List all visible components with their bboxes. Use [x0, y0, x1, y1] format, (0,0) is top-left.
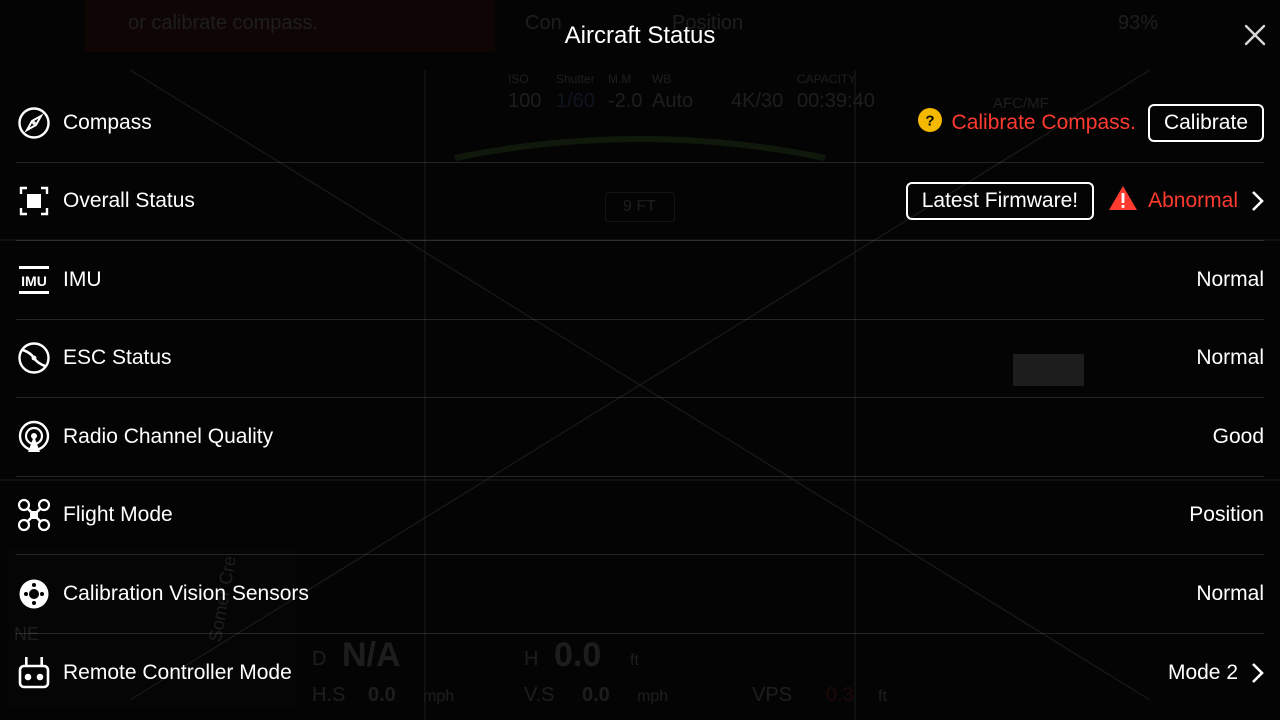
svg-text:IMU: IMU: [21, 273, 47, 289]
esc-status-value: Normal: [1196, 346, 1264, 370]
help-icon[interactable]: ?: [917, 107, 942, 138]
rc-mode-value: Mode 2: [1167, 660, 1238, 684]
row-calibration-vision-sensors: Calibration Vision Sensors Normal: [16, 555, 1264, 634]
row-label: IMU: [63, 267, 102, 291]
close-button[interactable]: [1238, 18, 1272, 52]
close-icon: [1244, 24, 1266, 46]
aircraft-status-panel: Aircraft Status Compass ? Calibrate Comp…: [0, 0, 1280, 720]
row-label: Remote Controller Mode: [63, 660, 292, 684]
row-label: Overall Status: [63, 189, 195, 213]
warning-triangle-icon: [1108, 185, 1138, 217]
overall-status-value: Abnormal: [1148, 189, 1238, 213]
remote-controller-icon: [16, 655, 52, 691]
row-label: ESC Status: [63, 346, 172, 370]
calibrate-button[interactable]: Calibrate: [1147, 103, 1264, 142]
row-imu: IMU IMU Normal: [16, 241, 1264, 320]
vision-sensors-value: Normal: [1196, 581, 1264, 605]
imu-icon: IMU: [16, 262, 52, 298]
row-radio-channel-quality: Radio Channel Quality Good: [16, 398, 1264, 477]
vision-sensor-icon: [16, 576, 52, 612]
imu-status-value: Normal: [1196, 267, 1264, 291]
chevron-right-icon[interactable]: [1250, 662, 1264, 684]
propeller-icon: [16, 340, 52, 376]
radio-quality-value: Good: [1212, 424, 1264, 448]
calibrate-compass-warning[interactable]: Calibrate Compass.: [952, 111, 1136, 135]
status-list: Compass ? Calibrate Compass. Calibrate O…: [16, 84, 1264, 712]
row-flight-mode: Flight Mode Position: [16, 477, 1264, 555]
drone-icon: [16, 497, 52, 533]
chevron-right-icon[interactable]: [1250, 190, 1264, 212]
row-remote-controller-mode[interactable]: Remote Controller Mode Mode 2: [16, 634, 1264, 713]
panel-title: Aircraft Status: [564, 22, 716, 49]
flight-mode-value: Position: [1189, 503, 1264, 527]
signal-tower-icon: [16, 419, 52, 455]
aircraft-chip-icon: [16, 183, 52, 219]
row-label: Calibration Vision Sensors: [63, 581, 309, 605]
row-label: Radio Channel Quality: [63, 424, 274, 448]
row-compass: Compass ? Calibrate Compass. Calibrate: [16, 84, 1264, 163]
compass-icon: [16, 105, 52, 141]
row-overall-status[interactable]: Overall Status Latest Firmware! Abnormal: [16, 163, 1264, 241]
row-label: Flight Mode: [63, 503, 173, 527]
latest-firmware-button[interactable]: Latest Firmware!: [905, 182, 1095, 221]
row-label: Compass: [63, 110, 152, 134]
svg-text:?: ?: [925, 112, 934, 129]
row-esc-status: ESC Status Normal: [16, 320, 1264, 398]
